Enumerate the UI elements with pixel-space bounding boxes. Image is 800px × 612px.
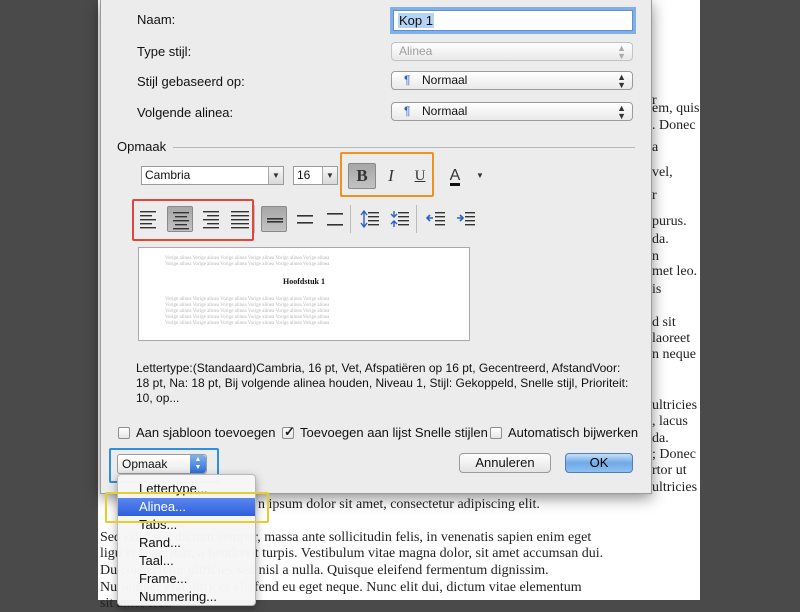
add-to-template-label: Aan sjabloon toevoegen [136, 425, 276, 440]
preview-heading: Hoofdstuk 1 [282, 277, 325, 286]
updown-arrows-icon: ▲ ▼ [617, 43, 626, 61]
next-paragraph-label: Volgende alinea: [137, 105, 234, 120]
font-size-combo[interactable]: 16 ▼ [293, 166, 338, 185]
doc-line: is [652, 282, 662, 297]
font-color-icon: A [449, 167, 461, 186]
updown-arrows-icon: ▲ ▼ [617, 72, 626, 90]
paragraph-mark-icon: ¶ [404, 73, 411, 87]
dropdown-arrow-icon[interactable]: ▼ [268, 167, 283, 184]
doc-line: em, quis [652, 101, 700, 116]
based-on-label: Stijl gebaseerd op: [137, 74, 245, 89]
doc-line: met leo. [652, 264, 698, 279]
updown-arrows-icon: ▲ ▼ [617, 103, 626, 121]
toolbar-separator [416, 205, 417, 233]
checkmark-icon: ✓ [284, 424, 295, 439]
highlight-red [132, 199, 254, 241]
next-paragraph-popup[interactable]: ¶ Normaal ▲ ▼ [391, 102, 633, 121]
based-on-popup[interactable]: ¶ Normaal ▲ ▼ [391, 71, 633, 90]
doc-line: r [652, 188, 657, 203]
name-field[interactable]: Kop 1 [393, 10, 633, 31]
doc-line: ultricies [652, 398, 698, 413]
add-to-template-checkbox[interactable] [118, 427, 130, 439]
double-spacing-icon[interactable] [322, 206, 348, 232]
doc-line: d sit [652, 315, 676, 330]
highlight-orange [340, 152, 434, 197]
doc-line: da. [652, 232, 669, 247]
style-description: Lettertype:(Standaard)Cambria, 16 pt, Ve… [136, 361, 629, 405]
doc-line: n [652, 249, 659, 264]
font-combo[interactable]: Cambria ▼ [141, 166, 284, 185]
doc-line: rtor ut [652, 463, 687, 478]
menu-item-language[interactable]: Taal... [118, 552, 255, 570]
doc-line: ultricies [652, 480, 698, 495]
preview-prev-text: Vorige alinea Vorige alinea Vorige aline… [165, 262, 330, 267]
font-color-button[interactable]: A [441, 163, 469, 189]
style-type-popup[interactable]: Alinea ▲ ▼ [391, 42, 633, 61]
single-spacing-icon[interactable] [261, 206, 287, 232]
cancel-button[interactable]: Annuleren [459, 453, 551, 473]
doc-line: , lacus [652, 414, 688, 429]
auto-update-checkbox[interactable] [490, 427, 502, 439]
doc-line: purus. [652, 214, 687, 229]
doc-line: . Donec [652, 118, 696, 133]
doc-line: n neque [652, 347, 696, 362]
doc-line: ; Donec [652, 447, 696, 462]
quick-styles-checkbox[interactable]: ✓ [282, 424, 295, 439]
decrease-indent-icon[interactable] [423, 206, 449, 232]
highlight-yellow [105, 492, 269, 523]
style-preview: Vorige alinea Vorige alinea Vorige aline… [138, 247, 470, 341]
menu-item-frame[interactable]: Frame... [118, 570, 255, 588]
paragraph-mark-icon: ¶ [404, 104, 411, 118]
increase-paragraph-spacing-icon[interactable] [357, 206, 383, 232]
increase-indent-icon[interactable] [453, 206, 479, 232]
ok-button[interactable]: OK [565, 453, 633, 473]
format-section-label: Opmaak [117, 139, 167, 154]
doc-line: laoreet [652, 331, 691, 346]
auto-update-label: Automatisch bijwerken [508, 425, 639, 440]
doc-line: vel, [652, 165, 673, 180]
preview-next-text: Vorige alinea Vorige alinea Vorige aline… [165, 321, 330, 326]
decrease-paragraph-spacing-icon[interactable] [387, 206, 413, 232]
name-label: Naam: [137, 12, 176, 27]
menu-item-numbering[interactable]: Nummering... [118, 588, 255, 606]
menu-item-border[interactable]: Rand... [118, 534, 255, 552]
quick-styles-label: Toevoegen aan lijst Snelle stijlen [300, 425, 488, 440]
doc-line: a [652, 140, 659, 155]
toolbar-separator [254, 205, 255, 233]
doc-line: da. [652, 431, 669, 446]
one-half-spacing-icon[interactable] [292, 206, 318, 232]
dropdown-arrow-icon[interactable]: ▼ [322, 167, 337, 184]
doc-line: n ipsum dolor sit amet, consectetur adip… [258, 497, 540, 512]
section-divider [173, 147, 635, 148]
new-style-dialog: Naam: Kop 1 Type stijl: Alinea ▲ ▼ Stijl … [100, 0, 652, 494]
font-color-dropdown-icon[interactable]: ▼ [476, 171, 484, 180]
toolbar-separator [350, 205, 351, 233]
style-type-label: Type stijl: [137, 44, 192, 59]
